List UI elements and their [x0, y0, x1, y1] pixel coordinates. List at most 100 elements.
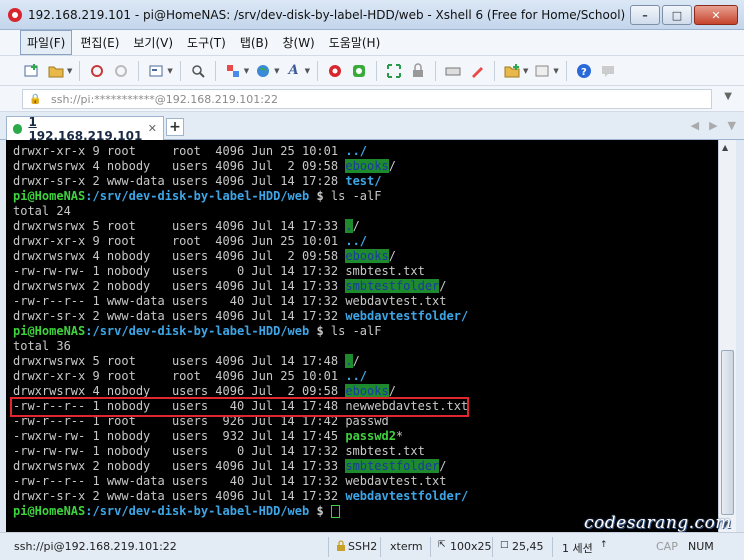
tab-prev-icon[interactable]: ◀	[691, 119, 699, 132]
executable-name: passwd2	[345, 429, 396, 443]
address-lock-icon: 🔒	[29, 94, 42, 105]
status-size-icon: ⇱	[438, 540, 446, 550]
connect-icon[interactable]	[87, 61, 107, 81]
minimize-button[interactable]: –	[630, 5, 660, 25]
tab-group-dropdown-icon[interactable]: ▼	[523, 67, 528, 75]
session-tab-label: 1 192.168.219.101	[28, 115, 147, 143]
status-connection: ssh://pi@192.168.219.101:22	[14, 540, 177, 553]
prompt-symbol: $	[309, 504, 324, 518]
line-text: -rwxrw-rw- 1 nobody users 932 Jul 14 17:…	[13, 429, 346, 443]
tab-bar: 1 192.168.219.101 ✕ + ◀ ▶ ▼	[0, 112, 744, 143]
keyboard-icon[interactable]	[443, 61, 463, 81]
directory-name-highlighted: ebooks	[345, 159, 389, 173]
address-expand-icon[interactable]: ▼	[724, 91, 732, 102]
close-button[interactable]: ✕	[694, 5, 738, 25]
prompt-path: :/srv/dev-disk-by-label-HDD/web	[85, 189, 310, 203]
status-caps-lock: CAP	[656, 540, 678, 553]
open-folder-icon[interactable]	[46, 61, 66, 81]
type-suffix: /	[388, 384, 396, 398]
tab-next-icon[interactable]: ▶	[709, 119, 717, 132]
status-arrow-icon[interactable]: ↑	[600, 540, 608, 550]
find-icon[interactable]	[188, 61, 208, 81]
directory-name: test/	[345, 174, 382, 188]
open-dropdown-icon[interactable]: ▼	[67, 67, 72, 75]
terminal-line: drwxr-sr-x 2 www-data users 4096 Jul 14 …	[13, 489, 718, 504]
terminal-line: drwxr-sr-x 2 www-data users 4096 Jul 14 …	[13, 309, 718, 324]
font-dropdown-icon[interactable]: ▼	[305, 67, 310, 75]
type-suffix: /	[439, 279, 447, 293]
layout-dropdown-icon[interactable]: ▼	[553, 67, 558, 75]
session-properties-icon[interactable]	[146, 61, 166, 81]
svg-text:?: ?	[581, 67, 587, 78]
menu-view[interactable]: 보기(V)	[127, 31, 179, 54]
globe-dropdown-icon[interactable]: ▼	[274, 67, 279, 75]
fullscreen-icon[interactable]	[384, 61, 404, 81]
line-text: -rw-rw-rw- 1 nobody users 0 Jul 14 17:32…	[13, 264, 425, 278]
line-text: drwxr-sr-x 2 www-data users 4096 Jul 14 …	[13, 174, 346, 188]
toolbar-separator	[138, 60, 140, 81]
status-lock-icon	[336, 540, 346, 554]
new-session-icon[interactable]	[22, 61, 42, 81]
menu-help[interactable]: 도움말(H)	[323, 31, 387, 54]
lock-icon[interactable]	[408, 61, 428, 81]
toolbar-separator	[316, 60, 318, 81]
transfer-dropdown-icon[interactable]: ▼	[244, 67, 249, 75]
tab-list-icon[interactable]: ▼	[728, 119, 736, 132]
transfer-icon[interactable]	[223, 61, 243, 81]
status-divider	[328, 537, 329, 557]
terminal-line: pi@HomeNAS:/srv/dev-disk-by-label-HDD/we…	[13, 324, 718, 339]
menu-window[interactable]: 창(W)	[276, 31, 320, 54]
status-cursor-pos: 25,45	[512, 540, 544, 553]
address-field[interactable]: 🔒 ssh://pi:***********@192.168.219.101:2…	[22, 89, 712, 109]
status-divider	[380, 537, 381, 557]
title-bar: 192.168.219.101 - pi@HomeNAS: /srv/dev-d…	[0, 0, 744, 30]
help-icon[interactable]: ?	[574, 61, 594, 81]
xftp-icon[interactable]	[349, 61, 369, 81]
directory-name: webdavtestfolder/	[345, 309, 469, 323]
prompt-symbol: $	[309, 324, 324, 338]
line-text: total 24	[13, 204, 71, 218]
line-text: drwxr-xr-x 9 root root 4096 Jun 25 10:01	[13, 369, 346, 383]
disconnect-icon[interactable]	[111, 61, 131, 81]
line-text: drwxrwsrwx 5 root users 4096 Jul 14 17:3…	[13, 219, 346, 233]
terminal-line: drwxrwsrwx 5 root users 4096 Jul 14 17:4…	[13, 354, 718, 369]
terminal-scrollbar[interactable]: ▲ ▼	[718, 140, 736, 532]
menu-tab[interactable]: 탭(B)	[234, 31, 275, 54]
terminal-line: drwxr-xr-x 9 root root 4096 Jun 25 10:01…	[13, 144, 718, 159]
globe-icon[interactable]	[253, 61, 273, 81]
scrollbar-thumb[interactable]	[721, 350, 734, 515]
status-divider	[552, 537, 553, 557]
toolbar-separator	[79, 60, 81, 81]
directory-name: webdavtestfolder/	[345, 489, 469, 503]
font-icon[interactable]: A	[284, 61, 304, 81]
status-terminal-type: xterm	[390, 540, 423, 553]
highlight-icon[interactable]	[467, 61, 487, 81]
scroll-up-icon[interactable]: ▲	[722, 143, 728, 152]
terminal[interactable]: drwxr-xr-x 9 root root 4096 Jun 25 10:01…	[6, 140, 718, 532]
xshell-icon[interactable]	[325, 61, 345, 81]
prompt-path: :/srv/dev-disk-by-label-HDD/web	[85, 324, 310, 338]
toolbar: ▼ ▼ ▼ ▼ A ▼ ▼ ▼ ?	[0, 56, 744, 86]
properties-dropdown-icon[interactable]: ▼	[167, 67, 172, 75]
window-title: 192.168.219.101 - pi@HomeNAS: /srv/dev-d…	[28, 8, 626, 22]
add-tab-button[interactable]: +	[166, 118, 184, 136]
new-tab-group-icon[interactable]	[502, 61, 522, 81]
terminal-line: -rw-r--r-- 1 www-data users 40 Jul 14 17…	[13, 294, 718, 309]
command-text: ls -alF	[323, 189, 382, 203]
toolbar-separator	[434, 60, 436, 81]
command-text	[324, 504, 331, 518]
menu-edit[interactable]: 편집(E)	[74, 31, 125, 54]
tab-close-icon[interactable]: ✕	[148, 122, 157, 135]
menu-file[interactable]: 파일(F)	[20, 30, 73, 55]
session-tab[interactable]: 1 192.168.219.101 ✕	[6, 115, 164, 143]
menu-tools[interactable]: 도구(T)	[181, 31, 232, 54]
chat-icon[interactable]	[598, 61, 618, 81]
layout-icon[interactable]	[532, 61, 552, 81]
line-text: drwxrwsrwx 2 nobody users 4096 Jul 14 17…	[13, 459, 346, 473]
terminal-line: -rw-r--r-- 1 www-data users 40 Jul 14 17…	[13, 474, 718, 489]
maximize-button[interactable]: □	[662, 5, 692, 25]
toolbar-separator	[565, 60, 567, 81]
status-cursor-icon: □	[500, 540, 509, 550]
line-text: drwxr-sr-x 2 www-data users 4096 Jul 14 …	[13, 309, 346, 323]
status-divider	[430, 537, 431, 557]
